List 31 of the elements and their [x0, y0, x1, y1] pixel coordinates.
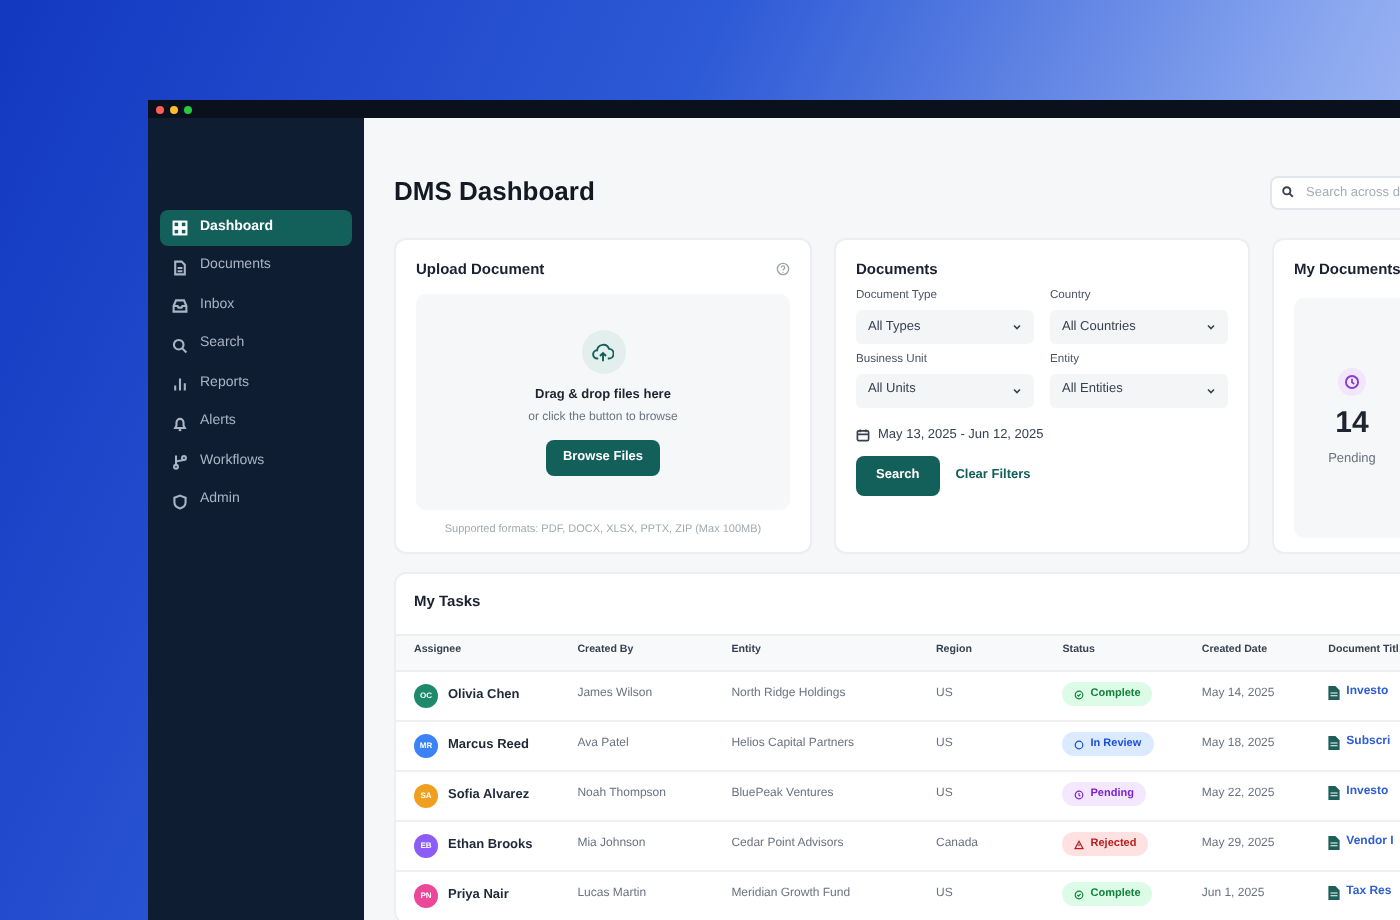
grid-icon — [172, 220, 188, 236]
file-icon — [1328, 785, 1341, 799]
stat-value: 14 — [1335, 407, 1369, 438]
chevron-down-icon — [1012, 321, 1022, 332]
file-icon — [1328, 885, 1341, 899]
check-circle-icon — [1074, 689, 1085, 700]
file-icon — [1328, 835, 1341, 849]
search-icon — [172, 337, 188, 353]
clock-icon — [1074, 789, 1085, 800]
bell-icon — [172, 415, 188, 431]
shield-icon — [172, 493, 188, 509]
file-icon — [1328, 735, 1341, 749]
inbox-icon — [172, 298, 188, 314]
circle-icon — [1074, 739, 1085, 750]
document-icon — [172, 259, 188, 275]
page-title: DMS Dashboard — [394, 176, 595, 208]
bar-chart-icon — [172, 376, 188, 392]
search-icon — [1282, 186, 1294, 198]
close-dot-icon[interactable] — [156, 105, 164, 113]
zoom-dot-icon[interactable] — [184, 105, 192, 113]
calendar-icon — [856, 428, 870, 442]
chevron-down-icon — [1206, 321, 1216, 332]
chevron-down-icon — [1206, 385, 1216, 396]
cloud-upload-icon — [581, 330, 625, 374]
check-circle-icon — [1074, 889, 1085, 900]
branch-icon — [172, 454, 188, 470]
file-icon — [1328, 685, 1341, 699]
minimize-dot-icon[interactable] — [170, 105, 178, 113]
clock-icon — [1338, 367, 1366, 396]
warning-icon — [1074, 839, 1085, 850]
chevron-down-icon — [1012, 385, 1022, 396]
